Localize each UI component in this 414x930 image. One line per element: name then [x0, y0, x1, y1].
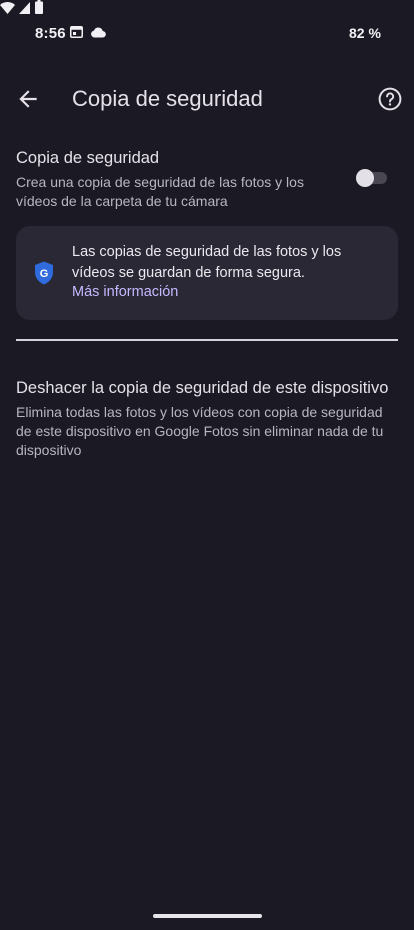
divider	[16, 339, 398, 341]
battery-percent: 82 %	[349, 25, 381, 41]
learn-more-link[interactable]: Más información	[72, 284, 178, 300]
undo-backup-description: Elimina todas las fotos y los vídeos con…	[16, 404, 384, 458]
cloud-icon	[91, 27, 106, 38]
arrow-back-icon[interactable]	[15, 86, 41, 112]
status-time: 8:56	[35, 25, 66, 42]
svg-text:G: G	[40, 268, 49, 280]
backup-switch[interactable]	[356, 169, 388, 187]
battery-icon	[34, 0, 43, 14]
status-bar: 8:56 82 %	[0, 0, 414, 66]
page-title: Copia de seguridad	[72, 86, 263, 111]
switch-thumb	[356, 169, 374, 187]
undo-backup-row[interactable]: Deshacer la copia de seguridad de este d…	[16, 376, 398, 460]
gesture-nav-handle[interactable]	[153, 914, 262, 918]
google-shield-icon: G	[35, 261, 53, 285]
top-app-bar: Copia de seguridad	[0, 70, 414, 126]
info-text: Las copias de seguridad de las fotos y l…	[72, 244, 342, 281]
screen: 8:56 82 % Copia de seguridad Copia de se…	[0, 0, 414, 930]
backup-title: Copia de seguridad	[16, 149, 160, 167]
backup-toggle-row[interactable]: Copia de seguridad Crea una copia de seg…	[16, 146, 398, 216]
help-icon[interactable]	[377, 86, 403, 112]
calendar-icon	[70, 26, 83, 38]
security-info-card: G Las copias de seguridad de las fotos y…	[16, 226, 398, 320]
backup-description: Crea una copia de seguridad de las fotos…	[16, 174, 304, 209]
undo-backup-title: Deshacer la copia de seguridad de este d…	[16, 379, 389, 397]
signal-icon	[19, 2, 31, 14]
wifi-icon	[0, 2, 15, 14]
